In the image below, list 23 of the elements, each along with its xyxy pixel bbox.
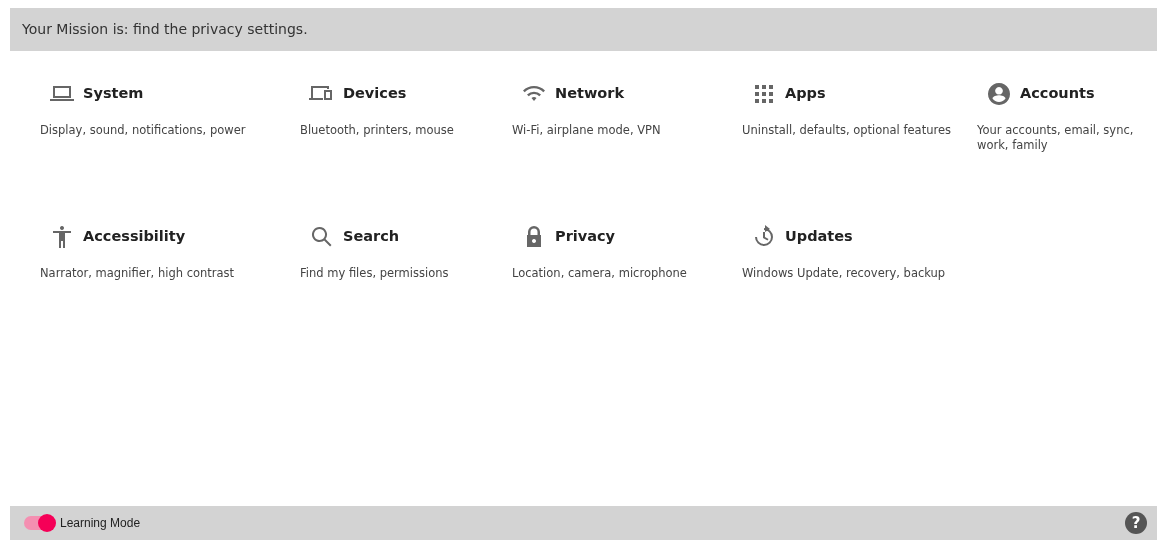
category-link[interactable]: Devices [343, 83, 407, 105]
category-link[interactable]: Apps [785, 83, 826, 105]
category-link[interactable]: System [83, 83, 144, 105]
category-description: Your accounts, email, sync, work, family [977, 123, 1135, 153]
category-description: Uninstall, defaults, optional features [742, 123, 951, 138]
category-description: Windows Update, recovery, backup [742, 266, 946, 281]
category-description: Display, sound, notifications, power [40, 123, 246, 138]
category-description: Location, camera, microphone [512, 266, 687, 281]
category-description: Wi-Fi, airplane mode, VPN [512, 123, 661, 138]
mission-text: Your Mission is: find the privacy settings. [22, 20, 308, 39]
category-link[interactable]: Search [343, 226, 400, 248]
learning-mode-label: Learning Mode [60, 515, 141, 532]
category-link[interactable]: Privacy [555, 226, 616, 248]
category-link[interactable]: Accounts [1020, 83, 1095, 105]
category-description: Find my files, permissions [300, 266, 449, 281]
learning-mode-toggle[interactable] [24, 516, 54, 530]
category-description: Narrator, magnifier, high contrast [40, 266, 235, 281]
category-description: Bluetooth, printers, mouse [300, 123, 454, 138]
account-icon [986, 81, 1012, 107]
category-link[interactable]: Accessibility [83, 226, 186, 248]
category-link[interactable]: Updates [785, 226, 853, 248]
category-link[interactable]: Network [555, 83, 625, 105]
help-button[interactable]: ? [1125, 512, 1147, 534]
